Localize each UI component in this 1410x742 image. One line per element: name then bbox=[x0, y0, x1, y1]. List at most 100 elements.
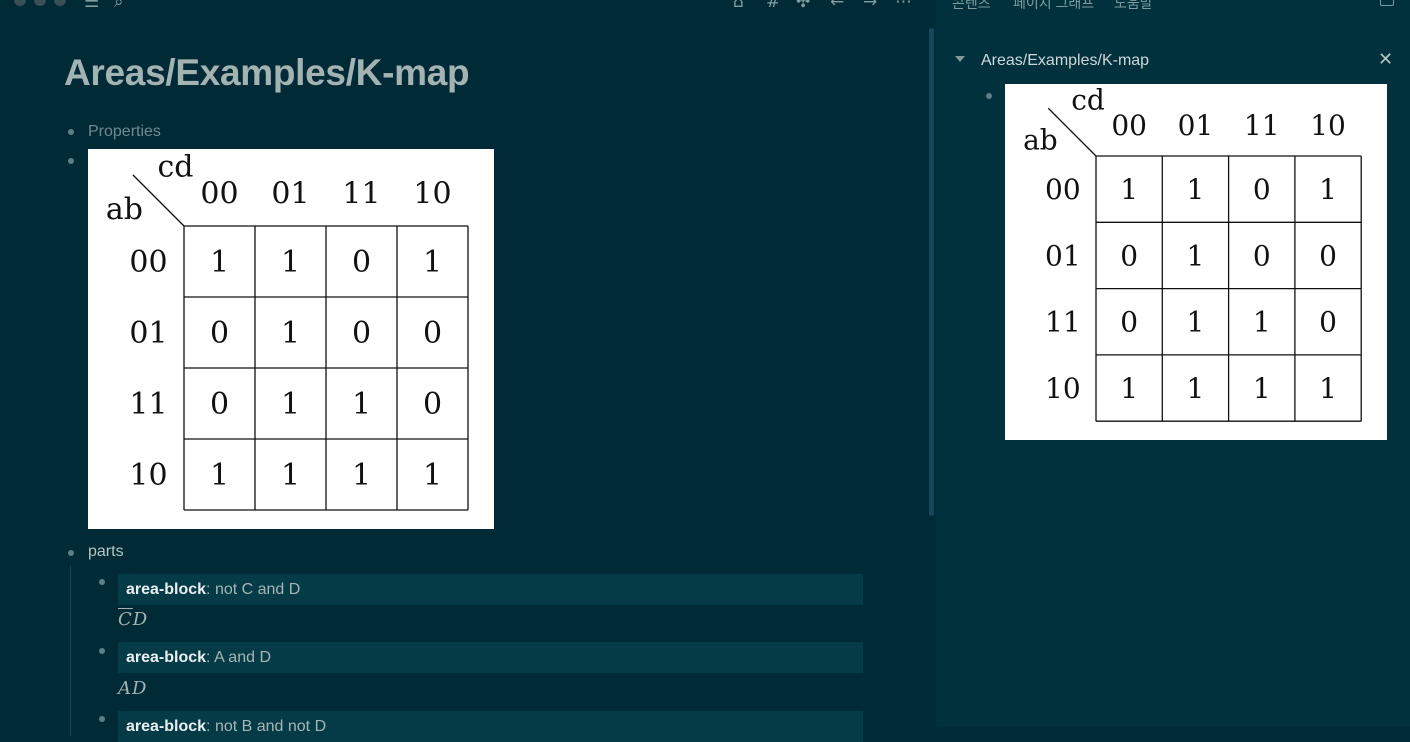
kmap-cell-value: 0 bbox=[1319, 306, 1337, 339]
kmap-cell-value: 1 bbox=[1120, 173, 1138, 206]
kmap-diagram: cdab 00 01 11 10000111101 1 0 10 1 0 00 1 1 01 1 1 1 bbox=[1023, 84, 1362, 422]
tag-icon[interactable]: # bbox=[766, 0, 780, 12]
bullet-dot[interactable] bbox=[99, 579, 105, 585]
kmap-cell-value: 1 bbox=[210, 458, 229, 493]
block-separator: : bbox=[206, 581, 215, 598]
bullet-dot[interactable] bbox=[99, 648, 105, 654]
kmap-cell-value: 0 bbox=[352, 245, 371, 280]
column-header: 01 bbox=[271, 176, 309, 211]
kmap-cell-value: 1 bbox=[1187, 239, 1205, 272]
minimize-window-dot[interactable] bbox=[34, 0, 46, 6]
column-header: 11 bbox=[1244, 109, 1280, 142]
row-header: 01 bbox=[129, 316, 167, 351]
row-header: 00 bbox=[1045, 173, 1081, 206]
kmap-cell-value: 1 bbox=[423, 245, 442, 280]
column-header: 10 bbox=[413, 176, 451, 211]
block-separator: : bbox=[206, 718, 215, 735]
kmap-cell-value: 1 bbox=[352, 387, 371, 422]
kmap-cell-value: 0 bbox=[210, 316, 229, 351]
column-header: 10 bbox=[1310, 109, 1346, 142]
kmap-cell-value: 0 bbox=[423, 387, 442, 422]
row-header: 00 bbox=[129, 245, 167, 280]
window-controls bbox=[14, 0, 66, 6]
corner-label-ab: ab bbox=[1023, 123, 1058, 156]
row-header: 10 bbox=[129, 458, 167, 493]
math-formula: AD bbox=[118, 678, 148, 699]
row-header: 11 bbox=[1045, 306, 1081, 339]
tab-page-graph[interactable]: 페이지 그래프 bbox=[1013, 0, 1094, 13]
row-header: 10 bbox=[1045, 372, 1081, 405]
indent-guide bbox=[70, 566, 71, 736]
parts-label[interactable]: parts bbox=[88, 543, 124, 561]
search-icon[interactable]: ⌕ bbox=[114, 0, 124, 12]
kmap-cell-value: 1 bbox=[281, 387, 300, 422]
kmap-image: cd ab 00 01 11 10 00 01 11 10 1 1 0 1 0 1 0 0 0 1 1 0 1 1 1 1 bbox=[88, 149, 494, 529]
page-title: Areas/Examples/K-map bbox=[64, 52, 470, 93]
kmap-cell-value: 1 bbox=[423, 458, 442, 493]
area-block-item[interactable]: area-block: not C and D bbox=[118, 574, 863, 605]
column-header: 00 bbox=[200, 176, 238, 211]
area-block-item[interactable]: area-block: A and D bbox=[118, 642, 863, 673]
column-header: 00 bbox=[1111, 109, 1147, 142]
row-header: 11 bbox=[129, 387, 167, 422]
kmap-cell-value: 0 bbox=[1253, 173, 1271, 206]
kmap-cell-value: 1 bbox=[281, 458, 300, 493]
kmap-cell-value: 0 bbox=[1120, 239, 1138, 272]
block-text: not C and D bbox=[214, 581, 301, 598]
block-key: area-block bbox=[126, 649, 207, 666]
kmap-cell-value: 1 bbox=[281, 316, 300, 351]
kmap-cell-value: 1 bbox=[281, 245, 300, 280]
kmap-cell-value: 1 bbox=[1253, 306, 1271, 339]
kmap-image: cd ab 00 01 11 10 00 01 11 10 1 1 0 1 0 1 0 0 0 1 1 0 1 1 1 1 bbox=[1005, 84, 1387, 440]
kmap-cell-value: 1 bbox=[1319, 372, 1337, 405]
block-separator: : bbox=[206, 649, 215, 666]
kmap-cell-value: 1 bbox=[352, 458, 371, 493]
zoom-window-dot[interactable] bbox=[54, 0, 66, 6]
sidebar-page-title[interactable]: Areas/Examples/K-map bbox=[981, 52, 1149, 70]
main-editor: ☰ ⌕ ⌂ # ✣ ← → ⋯ Areas/Examples/K-map Pro… bbox=[0, 0, 936, 742]
block-key: area-block bbox=[126, 718, 207, 735]
kmap-cell-value: 1 bbox=[1187, 173, 1205, 206]
block-text: not B and not D bbox=[214, 718, 327, 735]
collapse-arrow-icon[interactable] bbox=[955, 56, 965, 62]
kmap-cell-value: 0 bbox=[1253, 239, 1271, 272]
block-key: area-block bbox=[126, 581, 207, 598]
math-overline-term: C bbox=[118, 609, 133, 630]
bullet-dot[interactable] bbox=[68, 550, 74, 556]
row-header: 01 bbox=[1045, 239, 1081, 272]
area-block-item[interactable]: area-block: not B and not D bbox=[118, 711, 863, 742]
block-text: A and D bbox=[214, 649, 271, 666]
kmap-cell-value: 1 bbox=[1319, 173, 1337, 206]
kmap-cell-value: 1 bbox=[1187, 372, 1205, 405]
kmap-cell-value: 0 bbox=[1319, 239, 1337, 272]
scrollbar[interactable] bbox=[929, 28, 934, 516]
puzzle-icon[interactable]: ✣ bbox=[796, 0, 810, 12]
kmap-cell-value: 1 bbox=[1187, 306, 1205, 339]
bullet-dot[interactable] bbox=[99, 716, 105, 722]
corner-label-ab: ab bbox=[106, 192, 143, 227]
properties-label[interactable]: Properties bbox=[88, 123, 161, 141]
tab-help[interactable]: 도움말 bbox=[1114, 0, 1153, 13]
sidebar-toggle-icon[interactable] bbox=[1380, 0, 1394, 6]
bullet-dot[interactable] bbox=[68, 129, 74, 135]
more-icon[interactable]: ⋯ bbox=[895, 0, 912, 12]
kmap-cell-value: 1 bbox=[1120, 372, 1138, 405]
corner-label-cd: cd bbox=[1071, 84, 1105, 117]
tab-contents[interactable]: 콘텐츠 bbox=[952, 0, 991, 13]
home-icon[interactable]: ⌂ bbox=[733, 0, 744, 12]
math-formula: CD bbox=[118, 609, 149, 630]
bullet-dot[interactable] bbox=[986, 93, 992, 99]
kmap-cell-value: 0 bbox=[1120, 306, 1138, 339]
menu-icon[interactable]: ☰ bbox=[84, 0, 99, 12]
bullet-dot[interactable] bbox=[68, 158, 74, 164]
column-header: 11 bbox=[342, 176, 380, 211]
kmap-cell-value: 0 bbox=[352, 316, 371, 351]
forward-arrow-icon[interactable]: → bbox=[863, 0, 877, 12]
kmap-cell-value: 1 bbox=[210, 245, 229, 280]
kmap-cell-value: 1 bbox=[1253, 372, 1271, 405]
back-arrow-icon[interactable]: ← bbox=[830, 0, 844, 12]
close-icon[interactable]: ✕ bbox=[1378, 49, 1393, 70]
close-window-dot[interactable] bbox=[14, 0, 26, 6]
column-header: 01 bbox=[1178, 109, 1214, 142]
corner-label-cd: cd bbox=[157, 149, 193, 184]
